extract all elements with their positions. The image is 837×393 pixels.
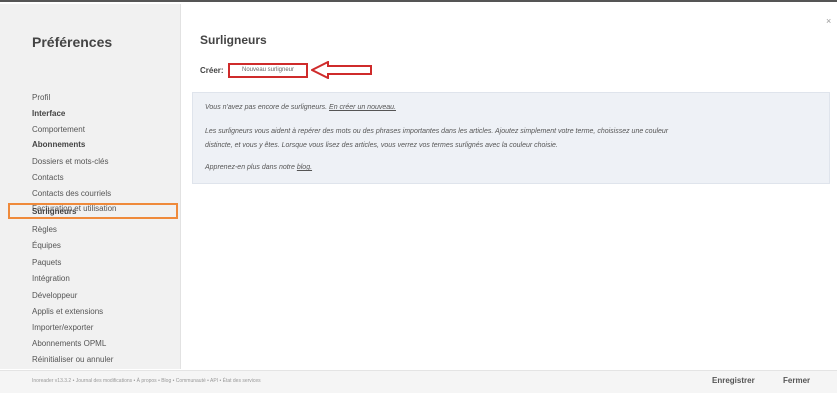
info-panel: Vous n'avez pas encore de surligneurs. E… <box>192 92 830 184</box>
sidebar-item-import-export[interactable]: Importer/exporter <box>32 320 93 336</box>
sidebar-item-surligneurs[interactable]: Surligneurs <box>32 204 76 220</box>
sidebar-item-abonnements[interactable]: Abonnements <box>32 137 85 153</box>
sidebar-item-opml[interactable]: Abonnements OPML <box>32 336 106 352</box>
description-line-2: distincte, et vous y êtes. Lorsque vous … <box>205 142 558 149</box>
learn-more-text: Apprenez-en plus dans notre <box>205 164 295 171</box>
save-button[interactable]: Enregistrer <box>712 376 755 385</box>
preferences-dialog: × Préférences Profil Interface Comportem… <box>0 0 837 393</box>
sidebar-item-interface[interactable]: Interface <box>32 106 65 122</box>
sidebar-item-dossiers[interactable]: Dossiers et mots-clés <box>32 154 108 170</box>
annotation-arrow-icon <box>311 61 372 79</box>
page-title: Surligneurs <box>200 33 267 47</box>
sidebar-item-profil[interactable]: Profil <box>32 90 50 106</box>
sidebar-item-applis[interactable]: Applis et extensions <box>32 304 103 320</box>
sidebar-item-reinitialiser[interactable]: Réinitialiser ou annuler <box>32 352 113 368</box>
sidebar-item-contacts[interactable]: Contacts <box>32 170 64 186</box>
learn-more: Apprenez-en plus dans notre blog. <box>205 164 312 171</box>
new-highlighter-button[interactable]: Nouveau surligneur <box>228 63 308 78</box>
empty-message-text: Vous n'avez pas encore de surligneurs. <box>205 104 328 111</box>
sidebar-item-equipes[interactable]: Équipes <box>32 238 61 254</box>
sidebar-title: Préférences <box>32 34 113 50</box>
create-new-link[interactable]: En créer un nouveau. <box>329 104 396 111</box>
sidebar-item-regles[interactable]: Règles <box>32 222 57 238</box>
blog-link[interactable]: blog. <box>297 164 312 171</box>
sidebar-item-paquets[interactable]: Paquets <box>32 255 61 271</box>
close-icon[interactable]: × <box>826 16 831 26</box>
sidebar-item-developpeur[interactable]: Développeur <box>32 288 77 304</box>
description-line-1: Les surligneurs vous aident à repérer de… <box>205 128 669 135</box>
footer-links[interactable]: Inoreader v13.3.2 • Journal des modifica… <box>32 378 261 384</box>
sidebar: Préférences Profil Interface Comportemen… <box>0 4 181 369</box>
sidebar-item-integration[interactable]: Intégration <box>32 271 70 287</box>
sidebar-item-contacts-courriels[interactable]: Contacts des courriels <box>32 186 111 202</box>
empty-message: Vous n'avez pas encore de surligneurs. E… <box>205 104 396 111</box>
create-label: Créer: <box>200 66 224 75</box>
close-button[interactable]: Fermer <box>783 376 810 385</box>
sidebar-item-comportement[interactable]: Comportement <box>32 122 85 138</box>
